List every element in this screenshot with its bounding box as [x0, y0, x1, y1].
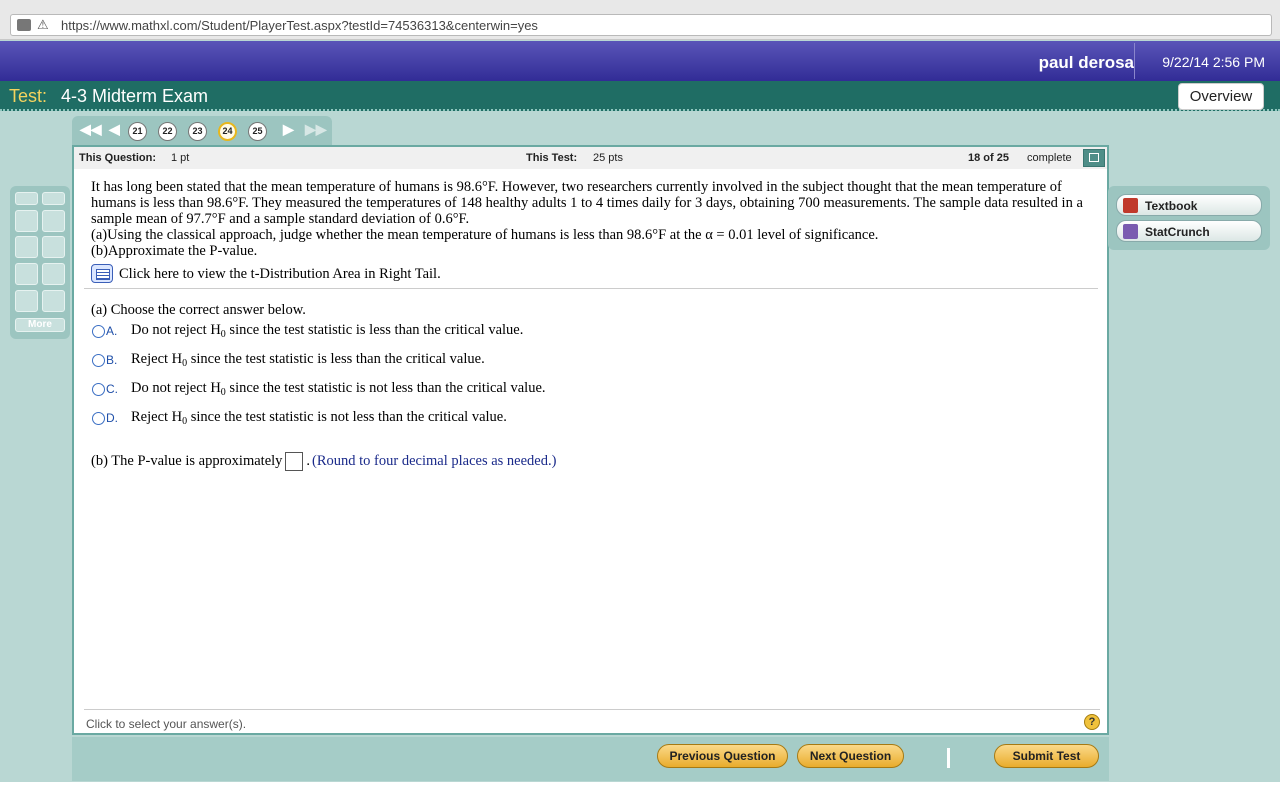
- question-part-b-text: (b)Approximate the P-value.: [91, 243, 258, 259]
- part-a-prompt: (a) Choose the correct answer below.: [91, 302, 306, 318]
- question-24-button[interactable]: 24: [218, 122, 237, 141]
- this-question-value: 1 pt: [171, 152, 190, 164]
- divider: [84, 288, 1098, 289]
- interval-icon[interactable]: [42, 290, 65, 312]
- option-text: since the test statistic is less than th…: [225, 322, 524, 338]
- bottom-divider: [947, 748, 950, 768]
- expand-icon[interactable]: [1083, 149, 1105, 167]
- test-label: Test:: [9, 86, 48, 106]
- statcrunch-button[interactable]: StatCrunch: [1116, 220, 1262, 242]
- more-tools-button[interactable]: More: [15, 318, 65, 332]
- textbook-icon: [1123, 198, 1138, 213]
- textbook-button[interactable]: Textbook: [1116, 194, 1262, 216]
- question-21-button[interactable]: 21: [128, 122, 147, 141]
- prev-question-icon[interactable]: ◀: [109, 121, 120, 138]
- next-question-icon[interactable]: ▶: [283, 121, 294, 138]
- test-name: 4-3 Midterm Exam: [61, 86, 209, 106]
- radio-c[interactable]: [92, 382, 105, 396]
- previous-question-button[interactable]: Previous Question: [657, 744, 788, 768]
- bottom-bar: [72, 737, 1109, 781]
- option-d[interactable]: D. Reject H0 since the test statistic is…: [92, 409, 507, 427]
- part-b-period: .: [306, 453, 311, 469]
- question-25-button[interactable]: 25: [248, 122, 267, 141]
- option-text: Reject H: [131, 351, 183, 367]
- help-icon[interactable]: ?: [1084, 714, 1100, 730]
- exponent-icon[interactable]: [15, 236, 38, 258]
- header-divider: [1134, 43, 1135, 79]
- radio-a[interactable]: [92, 324, 105, 338]
- address-bar[interactable]: ⚠ https://www.mathxl.com/Student/PlayerT…: [10, 14, 1272, 36]
- option-letter: A.: [106, 324, 118, 338]
- question-panel: This Question: 1 pt This Test: 25 pts 18…: [72, 145, 1109, 735]
- option-text: since the test statistic is less than th…: [187, 351, 485, 367]
- radio-d[interactable]: [92, 411, 105, 425]
- overview-button[interactable]: Overview: [1178, 83, 1264, 110]
- user-name: paul derosa: [1038, 53, 1134, 72]
- question-text: It has long been stated that the mean te…: [91, 179, 1101, 283]
- option-c[interactable]: C. Do not reject H0 since the test stati…: [92, 380, 546, 398]
- statcrunch-icon: [1123, 224, 1138, 239]
- textbook-label: Textbook: [1145, 199, 1198, 213]
- option-letter: C.: [106, 382, 118, 396]
- option-text: Reject H: [131, 409, 183, 425]
- panel-footer: Click to select your answer(s). ?: [84, 709, 1100, 731]
- status-text: Click to select your answer(s).: [86, 717, 247, 731]
- part-b: (b) The P-value is approximately . (Roun…: [91, 452, 556, 471]
- absolute-value-icon[interactable]: [42, 236, 65, 258]
- undo-icon[interactable]: [15, 192, 38, 205]
- this-test-label: This Test:: [526, 152, 578, 164]
- this-test-value: 25 pts: [593, 152, 623, 164]
- statcrunch-label: StatCrunch: [1145, 225, 1210, 239]
- option-text: since the test statistic is not less tha…: [187, 409, 507, 425]
- datetime: 9/22/14 2:56 PM: [1162, 54, 1265, 70]
- rounding-hint: (Round to four decimal places as needed.…: [312, 453, 557, 469]
- app-header: paul derosa 9/22/14 2:56 PM: [0, 41, 1280, 81]
- browser-toolbar: ⚠ https://www.mathxl.com/Student/PlayerT…: [0, 0, 1280, 40]
- warning-icon: ⚠: [37, 17, 49, 32]
- page-bottom-edge: [0, 782, 1280, 800]
- option-a[interactable]: A. Do not reject H0 since the test stati…: [92, 322, 523, 340]
- t-distribution-link[interactable]: Click here to view the t-Distribution Ar…: [91, 264, 1101, 283]
- radio-b[interactable]: [92, 353, 105, 367]
- url-text[interactable]: https://www.mathxl.com/Student/PlayerTes…: [61, 18, 538, 33]
- progress-count: 18 of 25: [968, 152, 1009, 164]
- option-letter: B.: [106, 353, 118, 367]
- question-part-a-text: (a)Using the classical approach, judge w…: [91, 227, 879, 243]
- math-tools-palette: More: [10, 186, 70, 339]
- question-22-button[interactable]: 22: [158, 122, 177, 141]
- option-b[interactable]: B. Reject H0 since the test statistic is…: [92, 351, 485, 369]
- option-letter: D.: [106, 411, 118, 425]
- redo-icon[interactable]: [42, 192, 65, 205]
- t-distribution-link-text[interactable]: Click here to view the t-Distribution Ar…: [119, 266, 441, 282]
- decimal-icon[interactable]: [15, 290, 38, 312]
- option-text: Do not reject H: [131, 322, 221, 338]
- question-info-bar: This Question: 1 pt This Test: 25 pts 18…: [74, 147, 1107, 169]
- first-question-icon[interactable]: ◀◀: [80, 121, 102, 138]
- progress-label: complete: [1027, 152, 1072, 164]
- last-question-icon[interactable]: ▶▶: [305, 121, 327, 138]
- mixed-number-icon[interactable]: [42, 210, 65, 232]
- fraction-icon[interactable]: [15, 210, 38, 232]
- p-value-input[interactable]: [285, 452, 304, 471]
- square-root-icon[interactable]: [15, 263, 38, 285]
- option-text: Do not reject H: [131, 380, 221, 396]
- submit-test-button[interactable]: Submit Test: [994, 744, 1099, 768]
- question-navigator: ◀◀ ◀ 21 22 23 24 25 ▶ ▶▶: [72, 116, 332, 146]
- tabs-icon[interactable]: [17, 19, 31, 31]
- resources-panel: Textbook StatCrunch: [1108, 186, 1270, 250]
- this-question-label: This Question:: [79, 152, 156, 164]
- option-text: since the test statistic is not less tha…: [225, 380, 546, 396]
- nth-root-icon[interactable]: [42, 263, 65, 285]
- test-title-bar: Test: 4-3 Midterm Exam Overview: [0, 81, 1280, 111]
- next-question-button[interactable]: Next Question: [797, 744, 904, 768]
- table-icon: [91, 264, 113, 283]
- part-b-prompt: (b) The P-value is approximately: [91, 453, 283, 469]
- question-23-button[interactable]: 23: [188, 122, 207, 141]
- question-stem: It has long been stated that the mean te…: [91, 179, 1083, 227]
